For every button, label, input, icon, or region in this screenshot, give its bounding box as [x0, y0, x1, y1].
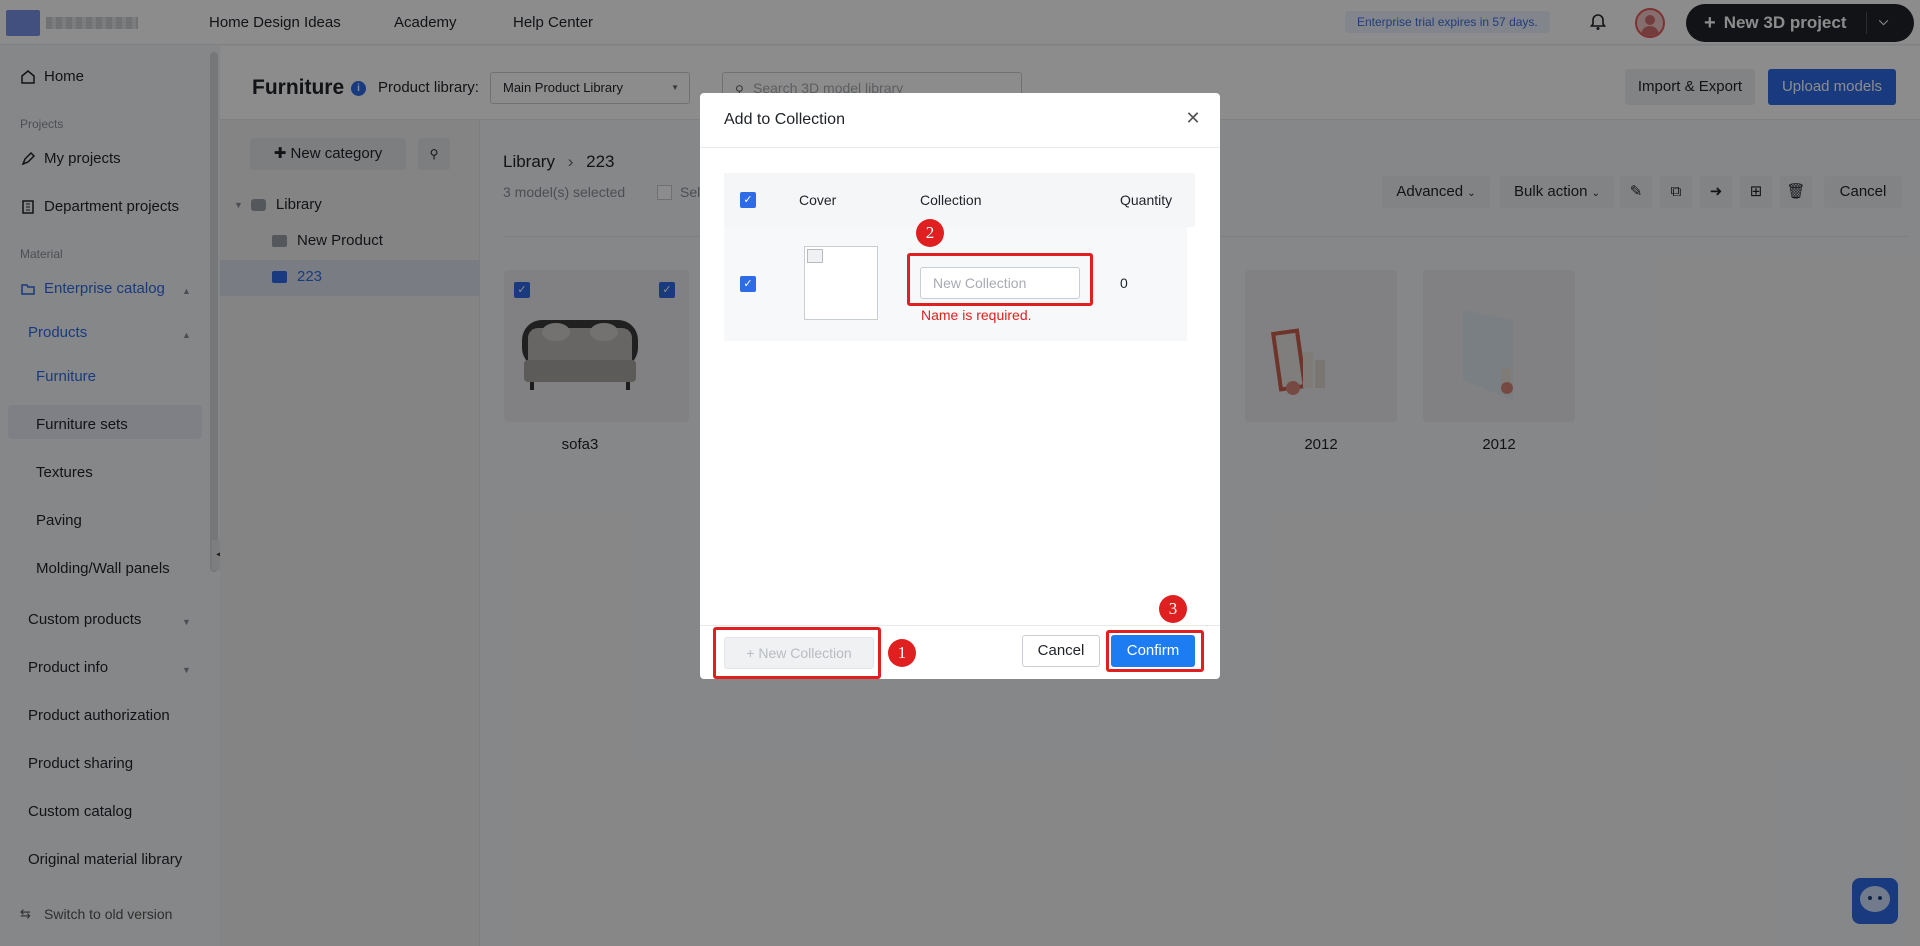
- new-collection-button[interactable]: + New Collection: [724, 637, 874, 669]
- cancel-button[interactable]: Cancel: [1022, 635, 1100, 667]
- plus-icon: +: [746, 645, 759, 661]
- row-checkbox[interactable]: ✓: [740, 276, 756, 292]
- annotation-badge-2: 2: [916, 219, 944, 247]
- annotation-badge-1: 1: [888, 639, 916, 667]
- column-collection: Collection: [920, 192, 982, 208]
- validation-error: Name is required.: [921, 307, 1032, 323]
- dialog-footer-divider: [700, 625, 1220, 626]
- table-row: ✓ Name is required. 0: [724, 227, 1187, 341]
- column-quantity: Quantity: [1120, 192, 1173, 208]
- add-to-collection-dialog: Add to Collection ✕ ✓ Cover Collection Q…: [700, 93, 1220, 679]
- table-header: ✓ Cover Collection Quantity: [724, 173, 1195, 227]
- cover-image-placeholder: [804, 246, 878, 320]
- dialog-header-divider: [700, 147, 1220, 148]
- new-collection-label: New Collection: [758, 645, 852, 661]
- collection-name-input[interactable]: [920, 267, 1080, 299]
- broken-image-icon: [807, 249, 823, 263]
- column-cover: Cover: [799, 192, 837, 208]
- dialog-title: Add to Collection: [724, 111, 845, 128]
- quantity-value: 0: [1120, 275, 1128, 291]
- annotation-badge-3: 3: [1159, 595, 1187, 623]
- select-all-rows-checkbox[interactable]: ✓: [740, 192, 756, 208]
- confirm-button[interactable]: Confirm: [1111, 635, 1195, 667]
- close-icon[interactable]: ✕: [1182, 107, 1204, 129]
